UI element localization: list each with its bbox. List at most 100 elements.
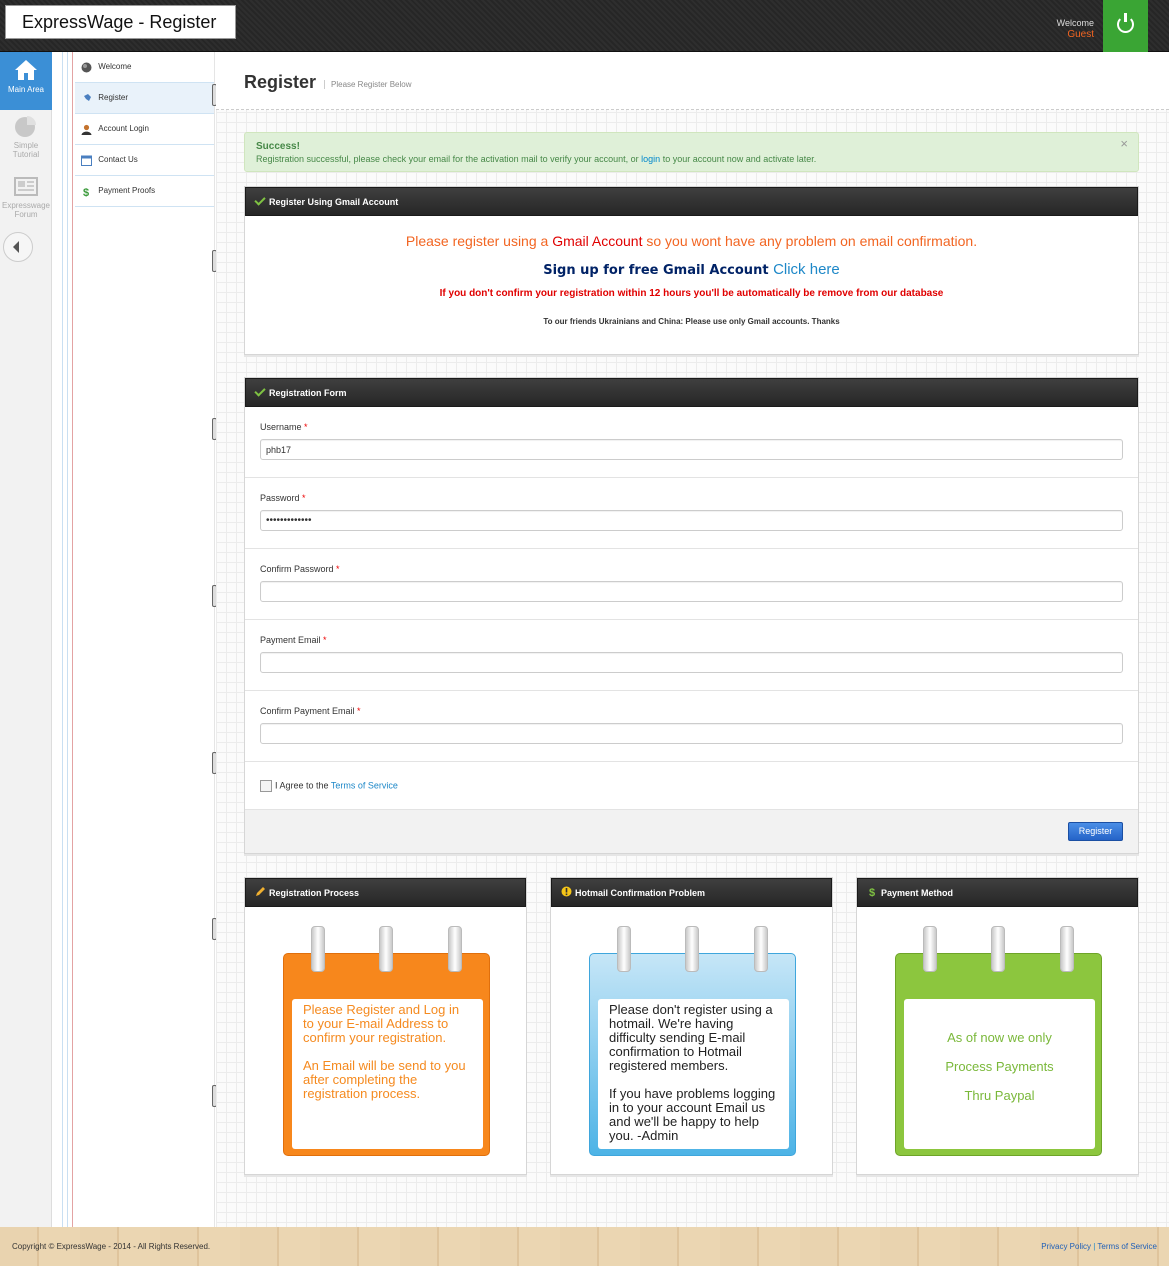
confirm-password-input[interactable]	[260, 581, 1123, 602]
newspaper-icon	[14, 177, 38, 196]
login-link[interactable]: login	[641, 154, 660, 164]
collapse-sidebar-button[interactable]	[3, 232, 33, 262]
widget-header: Hotmail Confirmation Problem	[551, 878, 832, 907]
subnav-panel	[53, 52, 215, 1227]
page-title: Register	[244, 72, 317, 92]
register-button[interactable]: Register	[1068, 822, 1123, 841]
svg-text:$: $	[83, 187, 89, 197]
home-icon	[15, 60, 37, 80]
username-row: Username *	[245, 407, 1138, 478]
subnav: Welcome Register Account Login Contact U…	[75, 52, 214, 207]
gmail-widget: Register Using Gmail Account Please regi…	[244, 186, 1139, 355]
svg-text:$: $	[869, 887, 875, 897]
password-input[interactable]	[260, 510, 1123, 531]
notebook-line	[62, 52, 63, 1227]
confirm-payment-email-label: Confirm Payment Email *	[260, 706, 361, 716]
terms-checkbox[interactable]	[260, 780, 272, 792]
main-content: Register Please Register Below Success! …	[216, 52, 1169, 1227]
confirm-password-row: Confirm Password *	[245, 549, 1138, 620]
gmail-notice: Please register using a Gmail Account so…	[245, 216, 1138, 326]
password-label: Password *	[260, 493, 306, 503]
confirm-payment-email-input[interactable]	[260, 723, 1123, 744]
gmail-note: To our friends Ukrainians and China: Ple…	[543, 317, 840, 326]
close-icon[interactable]: ×	[1120, 137, 1128, 150]
binder-clip	[923, 926, 937, 972]
nav-item-account-login[interactable]: Account Login	[75, 114, 214, 145]
gmail-signup-link[interactable]: Click here	[773, 261, 840, 278]
calendar-icon	[81, 155, 92, 166]
confirmation-warning: If you don't confirm your registration w…	[439, 288, 944, 299]
rail-label: Expresswage Forum	[1, 201, 51, 219]
copyright-text: Copyright © ExpressWage - 2014 - All Rig…	[12, 1242, 211, 1251]
username-label: Username *	[260, 422, 308, 432]
dollar-icon: $	[83, 187, 89, 197]
notebook-line	[67, 52, 68, 1227]
form-actions: Register	[245, 809, 1138, 853]
calendar-note: As of now we only Process Payments Thru …	[895, 926, 1102, 1156]
widget-header: $ Payment Method	[857, 878, 1138, 907]
pin-icon	[82, 93, 91, 103]
privacy-policy-link[interactable]: Privacy Policy	[1041, 1242, 1091, 1251]
rail-item-forum[interactable]: Expresswage Forum	[0, 168, 52, 226]
terms-link[interactable]: Terms of Service	[331, 780, 398, 790]
welcome-label: Welcome	[1056, 18, 1094, 28]
warning-icon	[561, 886, 572, 897]
gmail-recommendation: Please register using a Gmail Account so…	[405, 233, 978, 249]
rail-label: Main Area	[7, 85, 45, 94]
terms-agreement: I Agree to the Terms of Service	[260, 780, 398, 792]
terms-of-service-link[interactable]: Terms of Service	[1097, 1242, 1157, 1251]
user-welcome: Welcome Guest	[1057, 17, 1094, 41]
dollar-icon: $	[869, 887, 875, 899]
binder-clip	[685, 926, 699, 972]
registration-form: Registration Form Username * Password * …	[244, 377, 1139, 854]
note-content: As of now we only Process Payments Thru …	[904, 999, 1095, 1149]
binder-clip	[379, 926, 393, 972]
binder-clip	[1060, 926, 1074, 972]
nav-item-contact-us[interactable]: Contact Us	[75, 145, 214, 176]
hotmail-problem-card: Hotmail Confirmation Problem Please don'…	[550, 877, 833, 1175]
widget-header: Registration Form	[245, 378, 1138, 407]
nav-item-welcome[interactable]: Welcome	[75, 52, 214, 83]
confirm-password-label: Confirm Password *	[260, 564, 340, 574]
notebook-margin-line	[72, 52, 73, 1227]
gmail-signup: Sign up for free Gmail Account Click her…	[543, 261, 840, 278]
globe-icon	[81, 62, 92, 72]
rail-label: Simple Tutorial	[12, 141, 40, 159]
payment-email-label: Payment Email *	[260, 635, 327, 645]
top-header: ExpressWage - Register Welcome Guest	[0, 0, 1169, 72]
rail-item-main-area[interactable]: Main Area	[0, 52, 52, 110]
check-icon	[254, 194, 266, 206]
app-title: ExpressWage - Register	[5, 5, 236, 39]
user-name[interactable]: Guest	[1057, 29, 1094, 41]
alert-message: Registration successful, please check yo…	[256, 154, 817, 164]
note-content: Please Register and Log in to your E-mai…	[292, 999, 483, 1149]
binder-clip	[754, 926, 768, 972]
registration-process-card: Registration Process Please Register and…	[244, 877, 527, 1175]
success-alert: Success! Registration successful, please…	[244, 132, 1139, 172]
confirm-payment-email-row: Confirm Payment Email *	[245, 691, 1138, 762]
footer-links: Privacy Policy | Terms of Service	[1041, 1242, 1157, 1251]
page-subtitle: Please Register Below	[324, 80, 411, 89]
nav-item-payment-proofs[interactable]: $ Payment Proofs	[75, 176, 214, 207]
alert-title: Success!	[256, 141, 300, 152]
binder-clip	[617, 926, 631, 972]
binder-clip	[448, 926, 462, 972]
password-row: Password *	[245, 478, 1138, 549]
widget-header: Register Using Gmail Account	[245, 187, 1138, 216]
nav-item-register[interactable]: Register	[75, 83, 214, 114]
pencil-icon	[256, 887, 265, 896]
payment-method-card: $ Payment Method As of now we only Proces…	[856, 877, 1139, 1175]
footer: Copyright © ExpressWage - 2014 - All Rig…	[0, 1227, 1169, 1266]
icon-rail: Main Area Simple Tutorial Expresswage Fo…	[0, 52, 52, 1227]
binder-clip	[311, 926, 325, 972]
widget-header: Registration Process	[245, 878, 526, 907]
payment-email-row: Payment Email *	[245, 620, 1138, 691]
check-icon	[254, 385, 266, 397]
rail-item-simple-tutorial[interactable]: Simple Tutorial	[0, 108, 52, 166]
pie-chart-icon	[15, 116, 36, 137]
calendar-note: Please don't register using a hotmail. W…	[589, 926, 796, 1156]
payment-email-input[interactable]	[260, 652, 1123, 673]
username-input[interactable]	[260, 439, 1123, 460]
user-icon	[81, 124, 92, 135]
calendar-note: Please Register and Log in to your E-mai…	[283, 926, 490, 1156]
